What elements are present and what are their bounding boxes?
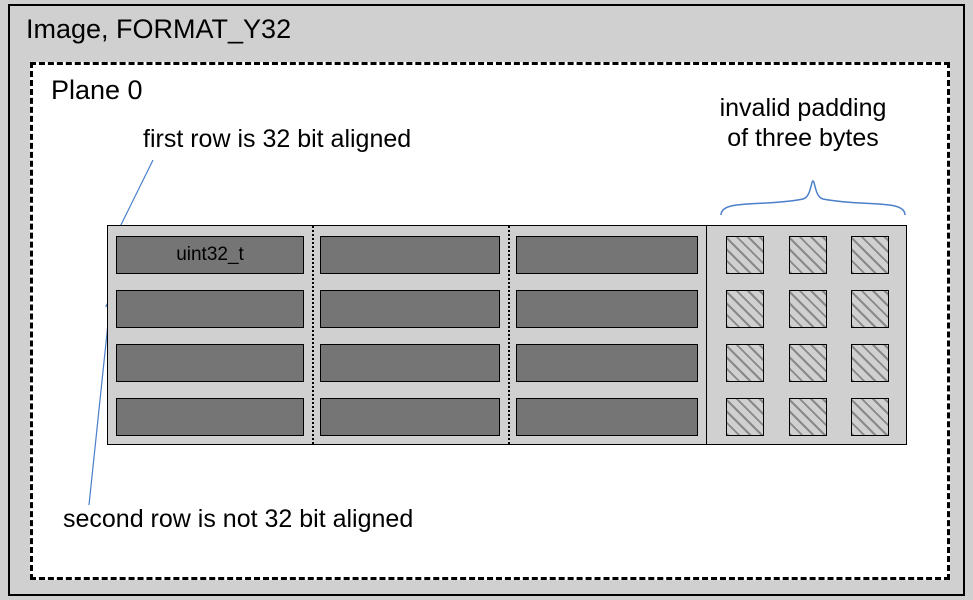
memory-row — [108, 336, 906, 390]
padding-byte — [726, 290, 764, 328]
memory-layout: uint32_t — [107, 225, 907, 445]
uint32-cell — [116, 344, 304, 382]
padding-byte — [726, 344, 764, 382]
padding-byte — [789, 344, 827, 382]
uint32-cell — [516, 344, 698, 382]
annotation-padding-line1: invalid padding of three bytes — [720, 94, 887, 152]
padding-byte — [851, 236, 889, 274]
uint32-cell — [320, 344, 500, 382]
uint32-cell — [516, 236, 698, 274]
memory-row: uint32_t — [108, 228, 906, 282]
plane-box: Plane 0 first row is 32 bit aligned inva… — [30, 62, 950, 580]
padding-brace — [713, 169, 913, 219]
uint32-cell — [116, 398, 304, 436]
cell-type-label: uint32_t — [117, 237, 303, 273]
uint32-cell — [320, 398, 500, 436]
padding-byte — [726, 398, 764, 436]
padding-byte — [789, 290, 827, 328]
image-format-box: Image, FORMAT_Y32 Plane 0 first row is 3… — [8, 4, 965, 596]
uint32-cell — [320, 236, 500, 274]
image-title: Image, FORMAT_Y32 — [26, 14, 291, 45]
uint32-cell — [116, 290, 304, 328]
uint32-cell — [516, 290, 698, 328]
memory-row — [108, 390, 906, 444]
padding-byte — [789, 398, 827, 436]
padding-byte — [851, 398, 889, 436]
annotation-padding: invalid padding of three bytes — [693, 93, 913, 153]
padding-byte — [789, 236, 827, 274]
uint32-cell: uint32_t — [116, 236, 304, 274]
uint32-cell — [516, 398, 698, 436]
plane-title: Plane 0 — [51, 75, 143, 106]
memory-row — [108, 282, 906, 336]
padding-byte — [726, 236, 764, 274]
annotation-first-row: first row is 32 bit aligned — [143, 125, 411, 154]
padding-byte — [851, 290, 889, 328]
padding-byte — [851, 344, 889, 382]
uint32-cell — [320, 290, 500, 328]
